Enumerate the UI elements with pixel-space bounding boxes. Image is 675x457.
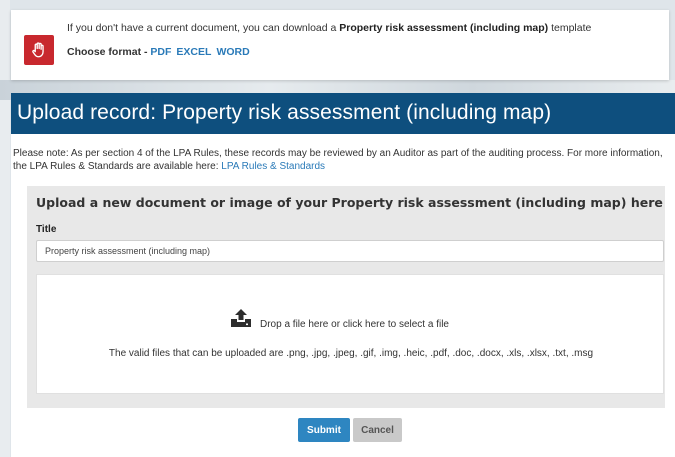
panel-header: Upload record: Property risk assessment …	[11, 93, 675, 134]
format-link-excel[interactable]: EXCEL	[176, 46, 211, 58]
valid-file-types: The valid files that can be uploaded are…	[108, 348, 594, 359]
notice-text-prefix: If you don't have a current document, yo…	[67, 22, 340, 34]
format-link-word[interactable]: WORD	[216, 46, 249, 58]
notice-text-suffix: template	[548, 22, 592, 34]
upload-heading: Upload a new document or image of your P…	[36, 195, 663, 210]
upload-record-panel: Upload record: Property risk assessment …	[11, 93, 675, 457]
cancel-button[interactable]: Cancel	[353, 418, 402, 442]
notice-template-name: Property risk assessment (including map)	[339, 22, 549, 34]
auditor-note: Please note: As per section 4 of the LPA…	[13, 147, 675, 173]
hand-stop-icon	[24, 35, 54, 65]
file-dropzone[interactable]: Drop a file here or click here to select…	[36, 274, 664, 394]
title-input[interactable]	[36, 240, 664, 262]
page-title: Upload record: Property risk assessment …	[17, 101, 552, 124]
auditor-note-text: Please note: As per section 4 of the LPA…	[13, 148, 663, 172]
title-label: Title	[36, 224, 57, 235]
notice-text: If you don't have a current document, yo…	[67, 22, 591, 34]
lpa-rules-link[interactable]: LPA Rules & Standards	[221, 161, 325, 172]
upload-section: Upload a new document or image of your P…	[27, 186, 665, 408]
page-background	[0, 0, 10, 457]
format-link-pdf[interactable]: PDF	[150, 46, 171, 58]
upload-icon	[230, 308, 252, 328]
choose-format-label: Choose format -	[67, 46, 151, 58]
submit-button[interactable]: Submit	[298, 418, 350, 442]
dropzone-text: Drop a file here or click here to select…	[260, 319, 449, 330]
choose-format-row: Choose format - PDF EXCEL WORD	[67, 46, 255, 58]
download-template-notice: If you don't have a current document, yo…	[11, 10, 669, 80]
